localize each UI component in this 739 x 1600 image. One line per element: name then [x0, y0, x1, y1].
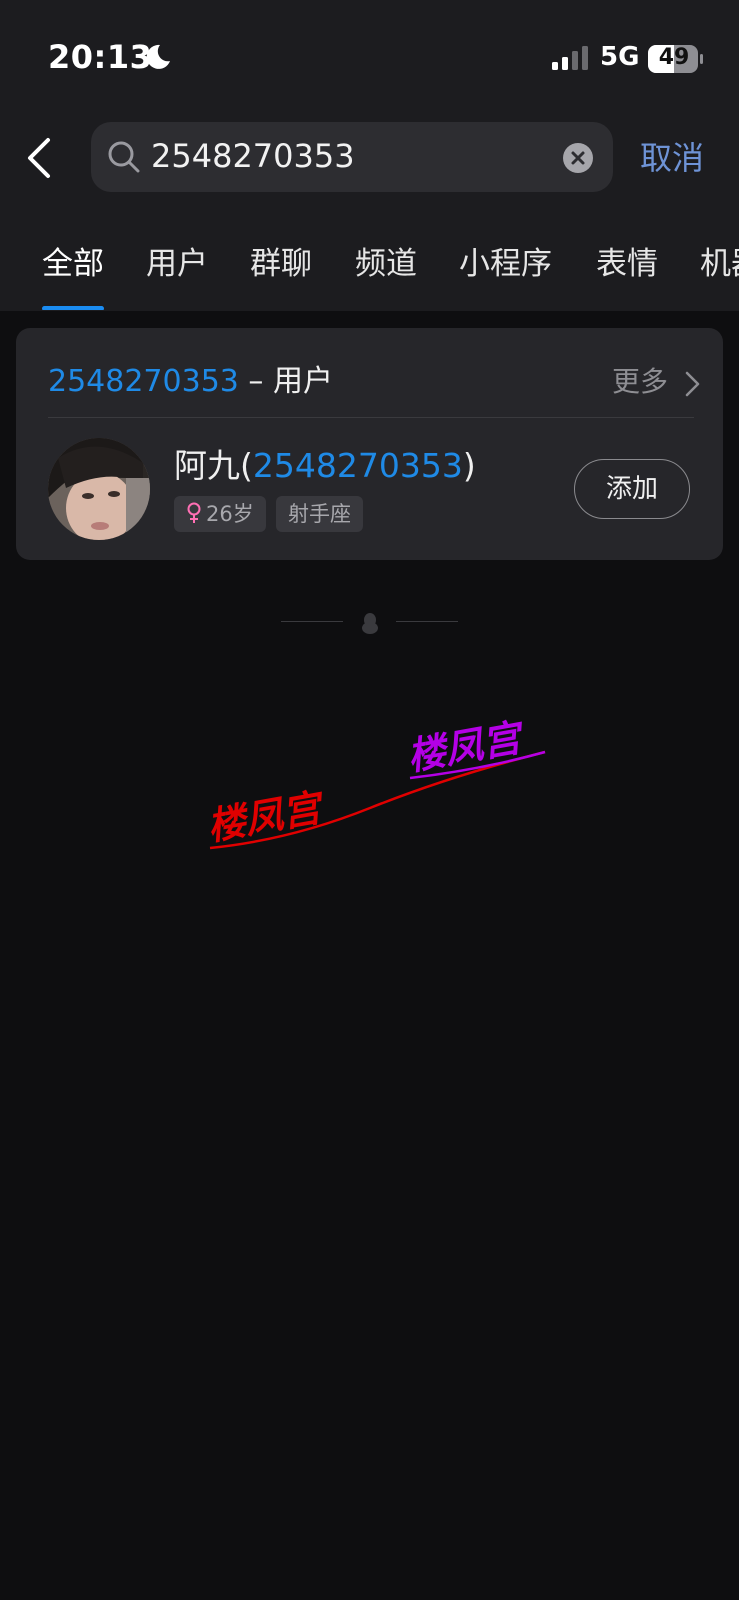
zodiac-badge: 射手座: [276, 496, 363, 532]
tab-channels[interactable]: 频道: [355, 238, 417, 283]
signal-icon: [552, 46, 588, 70]
tab-bots[interactable]: 机器: [700, 238, 739, 283]
active-tab-indicator: [42, 306, 104, 310]
more-link[interactable]: 更多: [612, 362, 668, 402]
category-tabs: 全部 用户 群聊 频道 小程序 表情 机器: [0, 238, 739, 310]
card-title-number: 2548270353: [48, 364, 239, 399]
add-friend-button[interactable]: 添加: [574, 459, 690, 519]
tab-users[interactable]: 用户: [146, 238, 208, 283]
paren-close: ): [462, 446, 476, 485]
tab-mini-programs[interactable]: 小程序: [459, 238, 552, 283]
avatar-photo: [48, 438, 150, 540]
network-label: 5G: [600, 42, 640, 72]
tab-stickers[interactable]: 表情: [596, 238, 658, 283]
search-query[interactable]: 2548270353: [151, 134, 355, 178]
status-time: 20:13: [48, 38, 153, 76]
user-id: 2548270353: [252, 446, 463, 485]
avatar[interactable]: [48, 438, 150, 540]
back-arrow-icon[interactable]: [24, 136, 56, 180]
moon-icon: [146, 44, 170, 69]
battery-percent: 49: [658, 45, 690, 70]
age-text: 26岁: [206, 502, 254, 526]
user-nickname: 阿九: [174, 446, 240, 485]
age-badge: 26岁: [174, 496, 266, 532]
clear-icon[interactable]: [562, 142, 594, 174]
end-divider-left: [281, 621, 343, 622]
watermark: 楼凤宫 楼凤宫: [204, 715, 546, 850]
penguin-icon: [362, 613, 378, 634]
paren-open: (: [240, 446, 253, 485]
user-result-card: 2548270353 – 用户 更多 阿九(2548270353) 26岁 射手…: [16, 328, 723, 560]
card-title-separator: –: [238, 364, 273, 399]
card-title-category: 用户: [272, 364, 333, 399]
search-icon: [108, 141, 140, 173]
user-name[interactable]: 阿九(2548270353): [174, 444, 476, 488]
search-input[interactable]: 2548270353: [91, 122, 613, 192]
cancel-button[interactable]: 取消: [640, 136, 704, 180]
card-divider: [48, 417, 694, 418]
tab-all[interactable]: 全部: [42, 238, 104, 283]
female-icon: [187, 502, 201, 523]
end-divider-right: [396, 621, 458, 622]
tab-groups[interactable]: 群聊: [250, 238, 312, 283]
chevron-right-icon[interactable]: [682, 370, 702, 398]
card-title: 2548270353 – 用户: [48, 362, 333, 402]
